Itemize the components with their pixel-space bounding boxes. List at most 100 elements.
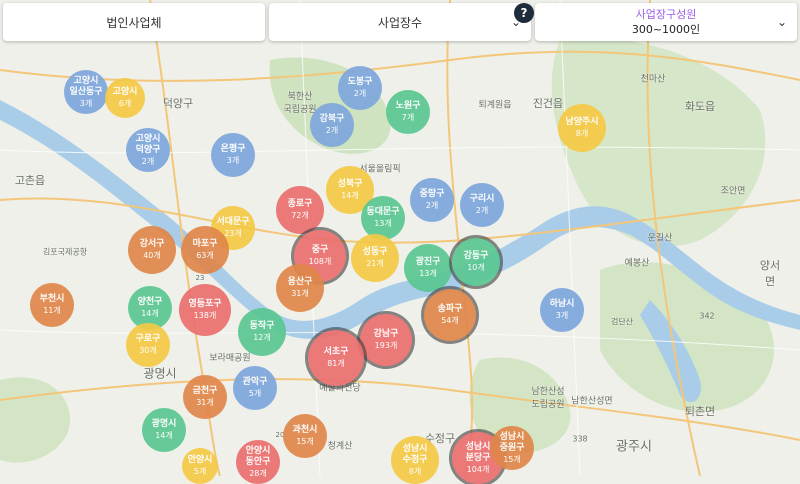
map-place-label: 광명시	[143, 366, 177, 381]
district-name: 고양시 일산동구	[69, 75, 103, 97]
district-bubble[interactable]: 강동구 10개	[452, 238, 500, 286]
district-bubble[interactable]: 광진구 13개	[404, 244, 452, 292]
district-bubble[interactable]: 송파구 54개	[424, 289, 476, 341]
district-count: 104개	[466, 464, 490, 474]
district-count: 14개	[341, 191, 359, 200]
map-place-label: 북한산 국립공원	[283, 92, 317, 115]
district-bubble[interactable]: 동작구 12개	[238, 308, 286, 356]
district-count: 8개	[575, 129, 589, 138]
district-name: 종로구	[287, 199, 313, 209]
district-name: 강동구	[463, 251, 489, 261]
district-name: 은평구	[220, 144, 246, 154]
map-place-label: 342	[699, 311, 715, 321]
district-name: 하남시	[549, 299, 575, 309]
map-place-label: 고촌읍	[14, 174, 46, 187]
district-count: 40개	[143, 251, 161, 260]
district-bubble[interactable]: 강북구 2개	[310, 103, 354, 147]
district-bubble[interactable]: 하남시 3개	[540, 288, 584, 332]
district-name: 성남시 수정구	[402, 443, 428, 465]
district-name: 동작구	[249, 321, 275, 331]
district-name: 도봉구	[347, 77, 373, 87]
district-count: 2개	[425, 201, 439, 210]
district-name: 안양시 동안구	[245, 445, 271, 467]
district-name: 마포구	[192, 239, 218, 249]
district-name: 구리시	[469, 194, 495, 204]
district-bubble[interactable]: 고양시 일산동구 3개	[64, 70, 108, 114]
district-name: 용산구	[287, 277, 313, 287]
district-bubble[interactable]: 남양주시 8개	[558, 104, 606, 152]
district-bubble[interactable]: 안양시 동안구 28개	[236, 440, 280, 484]
filter-member-count-label: 사업장구성원	[635, 8, 697, 21]
district-count: 13개	[374, 219, 392, 228]
district-bubble[interactable]: 과천시 15개	[283, 414, 327, 458]
district-bubble[interactable]: 용산구 31개	[276, 264, 324, 312]
district-bubble[interactable]: 마포구 63개	[181, 226, 229, 274]
filter-site-count[interactable]: 사업장수 ⌄	[269, 3, 531, 41]
district-count: 5개	[248, 389, 262, 398]
district-bubble[interactable]: 구리시 2개	[460, 183, 504, 227]
help-icon[interactable]: ?	[514, 3, 534, 23]
district-count: 3개	[226, 156, 240, 165]
district-bubble[interactable]: 광명시 14개	[142, 408, 186, 452]
district-bubble[interactable]: 고양시 덕양구 2개	[126, 128, 170, 172]
district-name: 성북구	[337, 179, 363, 189]
district-count: 8개	[408, 466, 422, 476]
district-name: 구로구	[135, 334, 161, 344]
district-name: 송파구	[437, 304, 463, 314]
map-place-label: 23	[195, 274, 205, 282]
filter-business-type-label: 법인사업체	[106, 15, 162, 30]
district-bubble[interactable]: 성남시 수정구 8개	[391, 436, 439, 484]
map-place-label: 청계산	[327, 441, 353, 452]
district-count: 5개	[193, 467, 207, 476]
district-name: 강북구	[319, 114, 345, 124]
district-bubble[interactable]: 은평구 3개	[211, 133, 255, 177]
district-count: 28개	[249, 468, 267, 478]
district-count: 10개	[467, 263, 485, 272]
district-bubble[interactable]: 도봉구 2개	[338, 66, 382, 110]
district-name: 부천시	[39, 294, 65, 304]
district-name: 동대문구	[366, 207, 400, 217]
district-bubble[interactable]: 안양시 5개	[182, 448, 218, 484]
district-bubble[interactable]: 금천구 31개	[183, 375, 227, 419]
map-place-label: 보라매공원	[209, 353, 251, 364]
district-bubble[interactable]: 중랑구 2개	[410, 178, 454, 222]
district-bubble[interactable]: 강서구 40개	[128, 226, 176, 274]
district-count: 14개	[155, 431, 173, 440]
filter-member-count[interactable]: 사업장구성원 300~1000인 ⌄	[535, 3, 797, 41]
district-bubble[interactable]: 관악구 5개	[233, 366, 277, 410]
map-place-label: 남한산성면	[571, 396, 613, 407]
district-count: 15개	[296, 437, 314, 446]
district-bubble[interactable]: 성동구 21개	[351, 234, 399, 282]
district-count: 2개	[353, 89, 367, 98]
district-bubble[interactable]: 서초구 81개	[308, 330, 364, 386]
district-bubble[interactable]: 동대문구 13개	[361, 196, 405, 240]
district-name: 광명시	[151, 419, 177, 429]
district-bubble[interactable]: 강남구 193개	[360, 314, 412, 366]
district-name: 강남구	[373, 329, 399, 339]
district-bubble[interactable]: 구로구 30개	[126, 323, 170, 367]
district-count: 31개	[291, 289, 309, 298]
district-count: 7개	[401, 113, 415, 122]
map-place-label: 338	[572, 434, 588, 444]
district-name: 성남시 분당구	[465, 441, 491, 463]
district-count: 12개	[253, 333, 271, 342]
district-count: 72개	[291, 211, 309, 220]
district-name: 양천구	[137, 297, 163, 307]
filter-business-type[interactable]: 법인사업체	[3, 3, 265, 41]
district-name: 서초구	[323, 347, 349, 357]
chevron-down-icon: ⌄	[776, 15, 787, 29]
district-name: 남양주시	[565, 117, 599, 127]
district-bubble[interactable]: 노원구 7개	[386, 90, 430, 134]
district-count: 2개	[325, 126, 339, 135]
district-count: 6개	[118, 99, 132, 108]
district-bubble[interactable]: 종로구 72개	[276, 186, 324, 234]
map-canvas[interactable]	[0, 0, 800, 476]
district-name: 금천구	[192, 386, 218, 396]
district-count: 138개	[193, 311, 217, 320]
district-bubble[interactable]: 영등포구 138개	[179, 284, 231, 336]
district-bubble[interactable]: 부천시 11개	[30, 283, 74, 327]
district-name: 중구	[311, 245, 329, 255]
district-bubble[interactable]: 고양시 6개	[105, 78, 145, 118]
district-bubble[interactable]: 성남시 중원구 15개	[490, 426, 534, 470]
district-count: 31개	[196, 398, 214, 407]
